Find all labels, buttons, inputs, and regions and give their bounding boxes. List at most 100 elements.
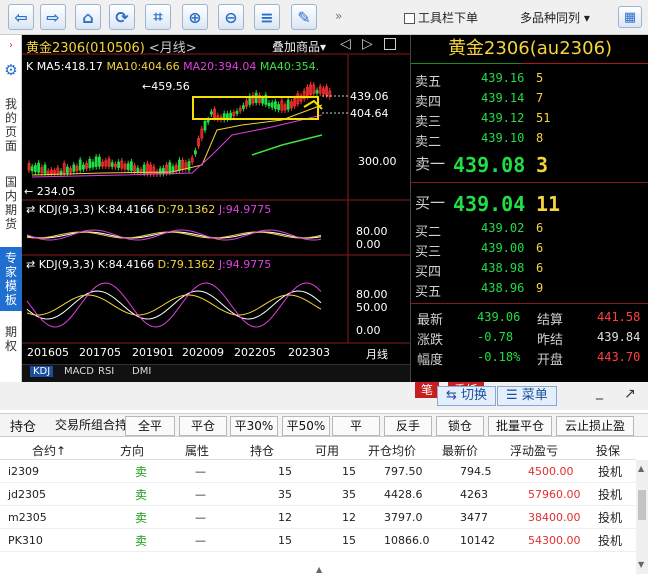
sidebar-item-my-page[interactable]: 我的页面 <box>0 97 22 153</box>
sidebar-item-label: 国内期货 <box>5 175 18 231</box>
stat-value: -0.78 <box>477 330 514 344</box>
action-button[interactable]: 云止损止盈 <box>556 416 634 436</box>
action-button[interactable]: 反手 <box>384 416 432 436</box>
column-header[interactable]: 投保 <box>596 442 620 459</box>
cell-pnl: 4500.00 <box>528 465 574 478</box>
action-button[interactable]: 平100% <box>332 416 380 451</box>
ask-price: 439.14 <box>481 91 525 105</box>
bid-label: 买五 <box>415 285 442 300</box>
indicator-tab-dmi[interactable]: DMI <box>132 366 151 377</box>
tab-positions[interactable]: 持仓 <box>10 416 36 435</box>
quote-divider <box>411 182 648 183</box>
bid-row[interactable]: 买五 438.96 9 <box>411 281 648 301</box>
stat-label: 昨结 <box>537 333 564 348</box>
indicator-tab-kdj[interactable]: KDJ <box>30 366 54 377</box>
gear-icon[interactable]: ⚙ <box>0 63 22 78</box>
cell-contract: jd2305 <box>8 488 47 501</box>
scroll-up-icon[interactable]: ▲ <box>638 464 644 473</box>
kdj-axis-label: 50.00 <box>356 301 388 314</box>
action-button[interactable]: 平30% <box>230 416 278 436</box>
high-annotation: ←459.56 <box>142 80 190 93</box>
sidebar-item-domestic-futures[interactable]: 国内期货 <box>0 175 22 231</box>
sidebar-item-options[interactable]: 期权 <box>0 325 22 353</box>
switch-button[interactable]: ⇆ 切换 <box>437 386 497 406</box>
kline-chart[interactable]: 黄金2306(010506) <月线> 叠加商品▾ ◁ ▷ K MA5:418.1… <box>22 35 410 382</box>
ask-row[interactable]: 卖三 439.12 51 <box>411 111 648 131</box>
tab-ticks[interactable]: 笔 <box>415 382 440 398</box>
zoom-out-button[interactable]: ⊖ <box>218 4 244 30</box>
bid-row[interactable]: 买一 439.04 11 <box>411 192 648 218</box>
cell-last: 10142 <box>460 534 495 547</box>
stat-value: 443.70 <box>597 350 641 364</box>
action-button[interactable]: 锁仓 <box>436 416 484 436</box>
bid-row[interactable]: 买三 439.00 6 <box>411 241 648 261</box>
ask-price: 439.08 <box>453 153 526 177</box>
back-button[interactable]: ⇦ <box>8 4 34 30</box>
ask-row[interactable]: 卖二 439.10 8 <box>411 131 648 151</box>
column-header[interactable]: 开仓均价 <box>368 442 416 459</box>
more-icon[interactable]: » <box>335 9 342 23</box>
sidebar-item-expert-template[interactable]: 专家模板 <box>0 247 22 311</box>
candle-body <box>286 99 290 110</box>
column-header[interactable]: 浮动盈亏 <box>510 442 558 459</box>
cell-last: 794.5 <box>460 465 492 478</box>
cell-pos: 15 <box>278 465 292 478</box>
column-header[interactable]: 属性 <box>185 442 209 459</box>
home-button[interactable]: ⌂ <box>75 4 101 30</box>
ask-label: 卖五 <box>415 75 442 90</box>
cell-contract: i2309 <box>8 465 40 478</box>
forward-button[interactable]: ⇨ <box>40 4 66 30</box>
minimize-icon[interactable]: _ <box>596 384 603 400</box>
table-row[interactable]: i2309 卖 — 15 15 797.50 794.5 4500.00 投机 <box>0 460 636 483</box>
multi-period-select[interactable]: 多品种同列 ▾ <box>520 9 590 26</box>
chevron-down-icon: ▾ <box>583 11 590 25</box>
ask-row[interactable]: 卖四 439.14 7 <box>411 91 648 111</box>
action-button[interactable]: 平50% <box>282 416 330 436</box>
scrollbar[interactable]: ▲ ▼ <box>636 460 648 574</box>
cell-hedge: 投机 <box>598 465 623 479</box>
layout-icon[interactable]: ▦ <box>618 6 642 28</box>
refresh-button[interactable]: ⟳ <box>109 4 135 30</box>
candle-body <box>273 101 277 109</box>
formula-button[interactable]: ≡ <box>254 4 280 30</box>
indicator-tab-macd[interactable]: MACD <box>64 366 94 377</box>
column-header[interactable]: 合约↑ <box>32 442 66 459</box>
menu-button[interactable]: ☰ 菜单 <box>497 386 557 406</box>
kdj-axis-label: 80.00 <box>356 288 388 301</box>
scroll-thumb[interactable] <box>638 490 646 520</box>
cell-contract: PK310 <box>8 534 43 547</box>
bid-volume: 6 <box>536 221 544 235</box>
quote-divider <box>521 63 648 64</box>
scroll-left-icon[interactable]: ▲ <box>316 565 330 574</box>
indicator-tab-rsi[interactable]: RSI <box>98 366 114 377</box>
ask-price: 439.16 <box>481 71 525 85</box>
candle-body <box>315 90 319 94</box>
scroll-down-icon[interactable]: ▼ <box>638 560 644 569</box>
ask-row[interactable]: 卖一 439.08 3 <box>411 153 648 179</box>
expand-icon[interactable]: ↗ <box>624 386 636 402</box>
candle-body <box>235 111 239 114</box>
action-button[interactable]: 全平 <box>125 416 175 436</box>
action-button[interactable]: 批量平仓 <box>488 416 552 436</box>
column-header[interactable]: 最新价 <box>442 442 478 459</box>
candle-body <box>98 156 101 167</box>
bid-row[interactable]: 买二 439.02 6 <box>411 221 648 241</box>
ask-volume: 51 <box>536 111 551 125</box>
action-button[interactable]: 平仓 <box>179 416 227 436</box>
x-tick-label: 201901 <box>132 346 174 359</box>
collapse-icon[interactable]: › <box>0 39 22 53</box>
column-header[interactable]: 方向 <box>120 442 144 459</box>
ask-row[interactable]: 卖五 439.16 5 <box>411 71 648 91</box>
tab-exchange-combo[interactable]: 交易所组合持 <box>55 416 125 433</box>
column-header[interactable]: 持仓 <box>250 442 274 459</box>
zoom-in-button[interactable]: ⊕ <box>182 4 208 30</box>
toolbar-below-checkbox[interactable]: 工具栏下单 <box>404 9 478 26</box>
table-row[interactable]: jd2305 卖 — 35 35 4428.6 4263 57960.00 投机 <box>0 483 636 506</box>
column-header[interactable]: 可用 <box>315 442 339 459</box>
ma40-line <box>251 134 323 156</box>
bid-row[interactable]: 买四 438.98 6 <box>411 261 648 281</box>
table-row[interactable]: m2305 卖 — 12 12 3797.0 3477 38400.00 投机 <box>0 506 636 529</box>
draw-button[interactable]: ✎ <box>291 4 317 30</box>
table-row[interactable]: PK310 卖 — 15 15 10866.0 10142 54300.00 投机 <box>0 529 636 552</box>
crop-button[interactable]: ⌗ <box>145 4 171 30</box>
